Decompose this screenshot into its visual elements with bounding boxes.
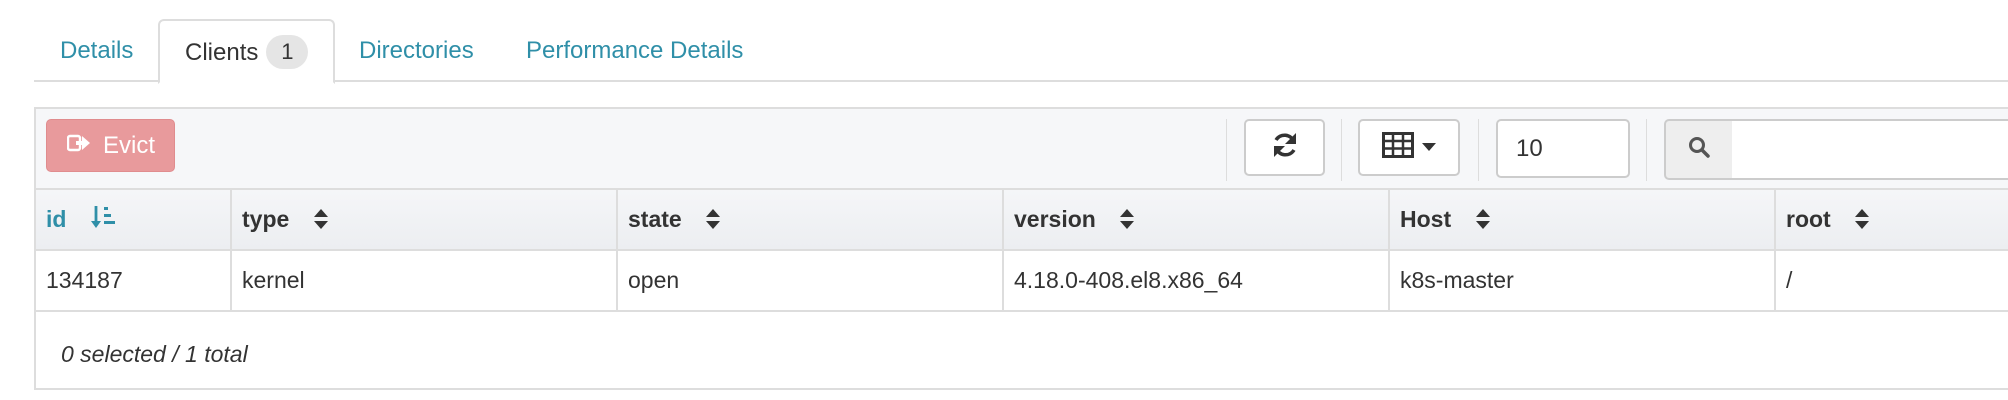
- column-header-version[interactable]: version: [1004, 190, 1390, 249]
- tab-clients[interactable]: Clients 1: [158, 19, 336, 84]
- tab-label: Clients: [185, 39, 259, 66]
- search-icon: [1687, 135, 1711, 164]
- sort-icon: [1855, 193, 1870, 252]
- column-header-state[interactable]: state: [618, 190, 1004, 249]
- toolbar-divider: [1478, 119, 1479, 181]
- column-label: state: [628, 206, 682, 232]
- evict-button[interactable]: Evict: [46, 119, 175, 172]
- page-size-input[interactable]: 10: [1496, 119, 1630, 178]
- caret-down-icon: [1422, 139, 1436, 157]
- column-header-root[interactable]: root: [1776, 190, 2008, 249]
- selection-summary: 0 selected / 1 total: [61, 341, 248, 367]
- tab-bar: Details Clients 1 Directories Performance…: [34, 19, 2008, 84]
- search-addon: [1664, 119, 1734, 180]
- count-badge: 1: [266, 35, 309, 69]
- sign-out-icon: [66, 132, 103, 160]
- column-label: type: [242, 206, 290, 232]
- tab-label: Details: [60, 37, 134, 64]
- cell-host: k8s-master: [1390, 251, 1776, 310]
- cell-id: 134187: [36, 251, 232, 310]
- sort-icon: [706, 193, 721, 252]
- refresh-icon: [1270, 130, 1300, 165]
- column-label: version: [1014, 206, 1096, 232]
- column-header-type[interactable]: type: [232, 190, 618, 249]
- toolbar-divider: [1341, 119, 1342, 181]
- table-header: id type state version Host root: [36, 190, 2008, 251]
- sort-icon: [1475, 193, 1490, 252]
- cell-version: 4.18.0-408.el8.x86_64: [1004, 251, 1390, 310]
- column-label: root: [1786, 206, 1831, 232]
- sort-ascending-icon: [90, 193, 117, 252]
- table-toolbar: Evict 10: [36, 109, 2008, 190]
- tab-performance-details[interactable]: Performance Details: [526, 19, 743, 82]
- table-icon: [1382, 132, 1414, 163]
- column-label: Host: [1400, 206, 1452, 232]
- columns-dropdown-button[interactable]: [1358, 119, 1460, 176]
- tab-label: Performance Details: [526, 37, 744, 64]
- cell-root: /: [1786, 267, 1793, 293]
- evict-label: Evict: [103, 131, 156, 159]
- cell-state: open: [618, 251, 1004, 310]
- clients-panel: Evict 10 id type state version Host root…: [34, 107, 2008, 390]
- search-input[interactable]: [1732, 119, 2008, 180]
- toolbar-divider: [1646, 119, 1647, 181]
- tab-directories[interactable]: Directories: [359, 19, 474, 82]
- sort-icon: [1120, 193, 1135, 252]
- cell-type: kernel: [232, 251, 618, 310]
- refresh-button[interactable]: [1244, 119, 1325, 176]
- sort-icon: [313, 193, 328, 252]
- table-row[interactable]: 134187 kernel open 4.18.0-408.el8.x86_64…: [36, 251, 2008, 312]
- column-header-id[interactable]: id: [36, 190, 232, 249]
- tab-label: Directories: [359, 37, 474, 64]
- toolbar-divider: [1226, 119, 1227, 181]
- column-header-host[interactable]: Host: [1390, 190, 1776, 249]
- tab-details[interactable]: Details: [60, 19, 133, 82]
- column-label: id: [46, 206, 67, 232]
